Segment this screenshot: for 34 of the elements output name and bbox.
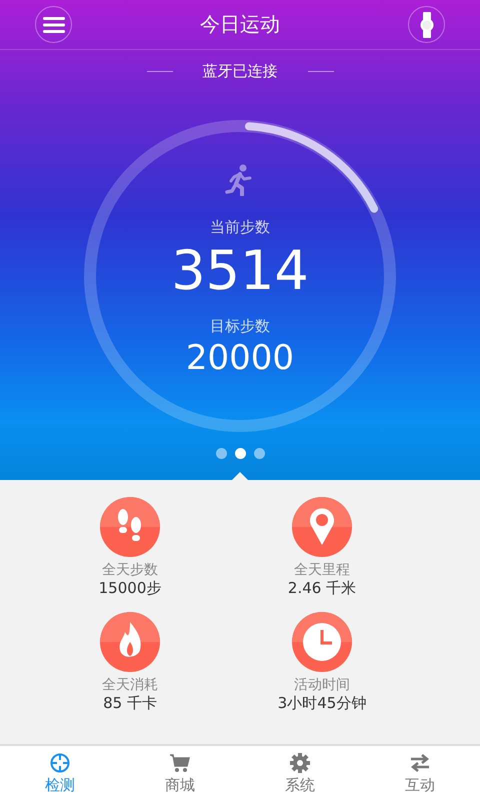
stat-label: 全天步数 [102, 561, 158, 579]
watch-icon [420, 12, 434, 38]
tab-item[interactable]: 互动 [360, 746, 480, 800]
crosshair-icon [49, 752, 71, 774]
stat-value: 85 千卡 [103, 694, 157, 713]
cart-icon [169, 752, 191, 774]
watch-button[interactable] [408, 6, 445, 43]
gear-icon [289, 752, 311, 774]
goal-steps-label: 目标步数 [210, 317, 270, 336]
pointer-triangle-icon [232, 472, 248, 480]
connection-status: 蓝牙已连接 [202, 62, 278, 81]
footprints-icon [100, 497, 160, 557]
current-steps-label: 当前步数 [210, 218, 270, 237]
stat-label: 活动时间 [294, 676, 350, 694]
screen-title: 今日运动 [200, 11, 280, 38]
stat-label: 全天消耗 [102, 676, 158, 694]
clock-icon [292, 612, 352, 672]
menu-button[interactable] [35, 6, 72, 43]
stat-value: 3小时45分钟 [278, 694, 366, 713]
page-indicator-dot[interactable] [254, 448, 264, 459]
flame-icon [100, 612, 160, 672]
stat-value: 15000步 [98, 579, 162, 598]
stat-value: 2.46 千米 [288, 579, 356, 598]
goal-steps-value: 20000 [186, 338, 294, 378]
page-indicator-dot[interactable] [234, 448, 246, 459]
menu-icon [42, 14, 66, 34]
page-indicator-dot[interactable] [216, 448, 226, 459]
tab-item[interactable]: 系统 [240, 746, 360, 800]
stat-label: 全天里程 [294, 561, 350, 579]
location-pin-icon [292, 497, 352, 557]
current-steps-value: 3514 [171, 241, 309, 301]
tab-item[interactable]: 检测 [0, 746, 120, 800]
swap-arrows-icon [409, 752, 431, 774]
tab-item[interactable]: 商城 [120, 746, 240, 800]
